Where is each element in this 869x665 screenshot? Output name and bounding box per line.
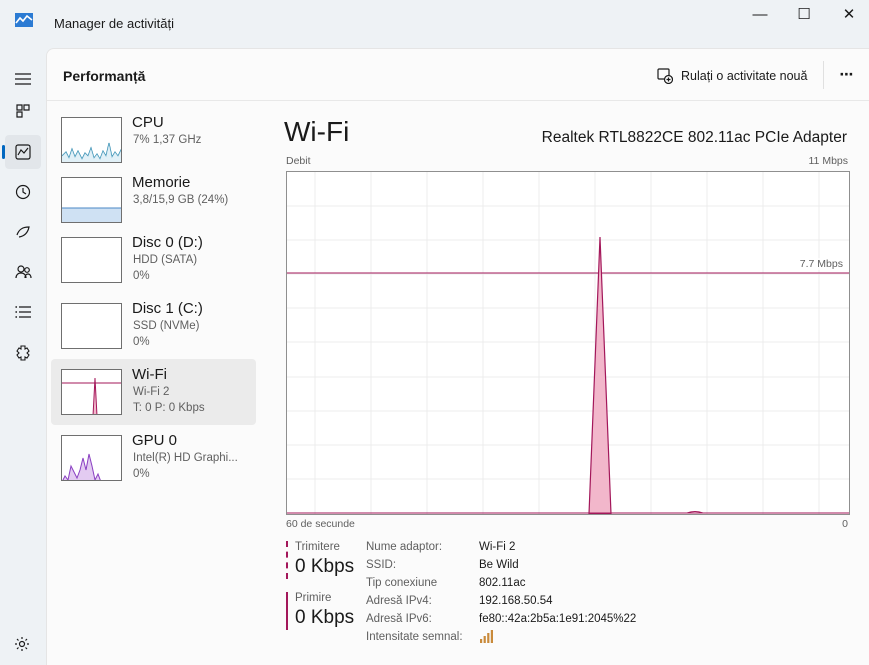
memory-thumbnail-graph <box>61 177 122 223</box>
nav-rail <box>0 48 46 665</box>
device-name: CPU <box>132 114 164 131</box>
prop-key-adapter-name: Nume adaptor: <box>366 541 443 553</box>
nav-startup-apps[interactable] <box>5 215 41 249</box>
window-title: Manager de activități <box>54 16 174 31</box>
hamburger-menu-button[interactable] <box>5 62 41 96</box>
send-value: 0 Kbps <box>295 556 355 577</box>
device-item-memory[interactable]: Memorie 3,8/15,9 GB (24%) <box>51 167 256 233</box>
receive-stat: Primire 0 Kbps <box>286 592 366 630</box>
cpu-thumbnail-graph <box>61 117 122 163</box>
device-name: Disc 1 (C:) <box>132 300 203 317</box>
maximize-button[interactable]: ☐ <box>781 0 827 28</box>
nav-users[interactable] <box>5 255 41 289</box>
device-name: Disc 0 (D:) <box>132 234 203 251</box>
details-icon <box>15 306 31 318</box>
receive-label: Primire <box>295 592 332 604</box>
device-name: Memorie <box>132 174 191 191</box>
device-usage: 0% <box>133 468 150 480</box>
device-usage: 0% <box>133 336 150 348</box>
prop-key-signal-strength: Intensitate semnal: <box>366 631 463 643</box>
run-new-task-button[interactable]: Rulați o activitate nouă <box>657 66 807 86</box>
device-item-wifi[interactable]: Wi-Fi Wi-Fi 2 T: 0 P: 0 Kbps <box>51 359 256 425</box>
graph-y-max-label: 11 Mbps <box>808 155 849 167</box>
title-bar: Manager de activități — ☐ ✕ <box>0 0 869 48</box>
device-detail: Wi-Fi 2 <box>133 386 170 398</box>
task-manager-app-icon <box>15 13 33 27</box>
device-detail: Intel(R) HD Graphi... <box>133 452 238 464</box>
device-usage: T: 0 P: 0 Kbps <box>133 402 205 414</box>
page-header: Performanță Rulați o activitate nouă ⋯ <box>47 49 869 101</box>
device-usage: 0% <box>133 270 150 282</box>
signal-strength-icon <box>480 630 493 643</box>
device-detail: HDD (SATA) <box>133 254 198 266</box>
throughput-spike <box>588 236 612 514</box>
main-panel: Performanță Rulați o activitate nouă ⋯ C… <box>46 48 869 665</box>
device-item-disk-1[interactable]: Disc 1 (C:) SSD (NVMe) 0% <box>51 293 256 359</box>
prop-key-ipv4: Adresă IPv4: <box>366 595 432 607</box>
adapter-name: Realtek RTL8822CE 802.11ac PCIe Adapter <box>541 129 847 146</box>
graph-grid <box>287 172 849 514</box>
wifi-thumbnail-graph <box>61 369 122 415</box>
prop-val-connection-type: 802.11ac <box>479 577 526 589</box>
receive-value: 0 Kbps <box>295 607 355 628</box>
device-detail: SSD (NVMe) <box>133 320 200 332</box>
header-divider <box>823 61 824 89</box>
users-icon <box>14 265 32 279</box>
startup-apps-icon <box>16 226 30 238</box>
prop-val-ipv4: 192.168.50.54 <box>479 595 553 607</box>
prop-val-ipv6: fe80::42a:2b5a:1e91:2045%22 <box>479 613 637 625</box>
processes-icon <box>16 104 30 118</box>
more-options-button[interactable]: ⋯ <box>834 63 860 87</box>
graph-x-left-label: 60 de secunde <box>286 518 355 530</box>
nav-processes[interactable] <box>5 94 41 128</box>
reference-line-label: 7.7 Mbps <box>799 258 843 270</box>
send-stat: Trimitere 0 Kbps <box>286 541 366 579</box>
device-name: GPU 0 <box>132 432 178 449</box>
disk-1-thumbnail-graph <box>61 303 122 349</box>
prop-val-adapter-name: Wi-Fi 2 <box>479 541 516 553</box>
maximize-icon: ☐ <box>797 6 811 23</box>
close-button[interactable]: ✕ <box>826 0 869 28</box>
device-item-disk-0[interactable]: Disc 0 (D:) HDD (SATA) 0% <box>51 227 256 293</box>
device-name: Wi-Fi <box>132 366 167 383</box>
performance-icon <box>15 144 31 160</box>
nav-details[interactable] <box>5 295 41 329</box>
prop-val-ssid: Be Wild <box>479 559 519 571</box>
graph-x-right-label: 0 <box>842 518 848 530</box>
close-icon: ✕ <box>842 6 856 23</box>
page-title: Performanță <box>63 68 146 84</box>
prop-key-ssid: SSID: <box>366 559 397 571</box>
nav-app-history[interactable] <box>5 175 41 209</box>
nav-services[interactable] <box>5 336 41 370</box>
minimize-icon: — <box>752 5 768 23</box>
gpu-thumbnail-graph <box>61 435 122 481</box>
app-history-icon <box>15 184 31 200</box>
run-task-label: Rulați o activitate nouă <box>681 69 808 83</box>
minimize-button[interactable]: — <box>737 0 783 28</box>
nav-performance[interactable] <box>2 135 41 169</box>
device-item-gpu[interactable]: GPU 0 Intel(R) HD Graphi... 0% <box>51 425 256 491</box>
graph-y-label: Debit <box>286 155 311 167</box>
prop-key-ipv6: Adresă IPv6: <box>366 613 432 625</box>
detail-title: Wi-Fi <box>284 116 350 147</box>
send-label: Trimitere <box>295 541 340 553</box>
settings-gear-icon[interactable] <box>14 636 30 652</box>
prop-key-connection-type: Tip conexiune <box>366 577 438 589</box>
disk-0-thumbnail-graph <box>61 237 122 283</box>
services-icon <box>16 345 30 361</box>
hamburger-menu-icon <box>15 73 31 85</box>
device-detail: 3,8/15,9 GB (24%) <box>133 194 229 206</box>
run-task-icon <box>657 68 673 84</box>
device-detail: 7% 1,37 GHz <box>133 134 202 146</box>
device-item-cpu[interactable]: CPU 7% 1,37 GHz <box>51 107 256 173</box>
throughput-graph: 7.7 Mbps <box>286 171 850 515</box>
